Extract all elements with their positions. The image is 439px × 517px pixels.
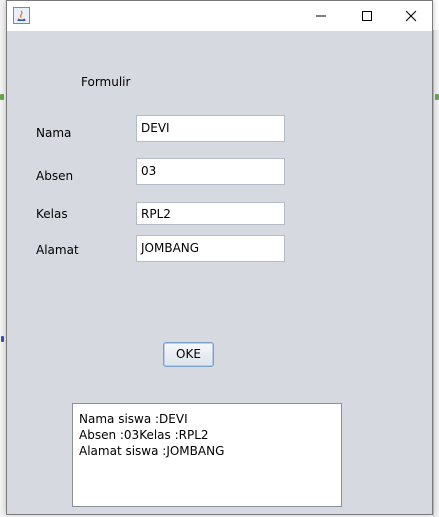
- app-window: Formulir Nama DEVI Absen 03 Kelas RPL2 A…: [6, 0, 433, 515]
- close-icon: [405, 10, 417, 22]
- maximize-icon: [362, 11, 372, 21]
- kelas-label: Kelas: [36, 207, 68, 221]
- absen-label: Absen: [36, 169, 74, 183]
- alamat-input[interactable]: JOMBANG: [136, 235, 285, 262]
- oke-button[interactable]: OKE: [163, 342, 214, 367]
- java-app-icon[interactable]: [13, 7, 30, 24]
- maximize-button[interactable]: [344, 1, 390, 31]
- output-line-nama: Nama siswa :DEVI: [79, 412, 188, 426]
- background-marker: [435, 94, 439, 100]
- output-line-absen-kelas: Absen :03Kelas :RPL2: [79, 428, 209, 442]
- kelas-input[interactable]: RPL2: [136, 202, 285, 225]
- title-bar[interactable]: [7, 1, 432, 31]
- output-text-area[interactable]: Nama siswa :DEVI Absen :03Kelas :RPL2 Al…: [72, 403, 342, 507]
- output-line-alamat: Alamat siswa :JOMBANG: [79, 444, 225, 458]
- background-app-right: [433, 30, 439, 517]
- alamat-label: Alamat: [36, 243, 79, 257]
- form-heading: Formulir: [81, 75, 131, 89]
- absen-input[interactable]: 03: [136, 158, 285, 185]
- nama-input[interactable]: DEVI: [136, 115, 285, 142]
- close-button[interactable]: [388, 1, 434, 31]
- background-marker: [0, 94, 4, 100]
- nama-label: Nama: [36, 126, 72, 140]
- background-marker: [1, 336, 4, 342]
- minimize-icon: [316, 15, 326, 17]
- minimize-button[interactable]: [298, 1, 344, 31]
